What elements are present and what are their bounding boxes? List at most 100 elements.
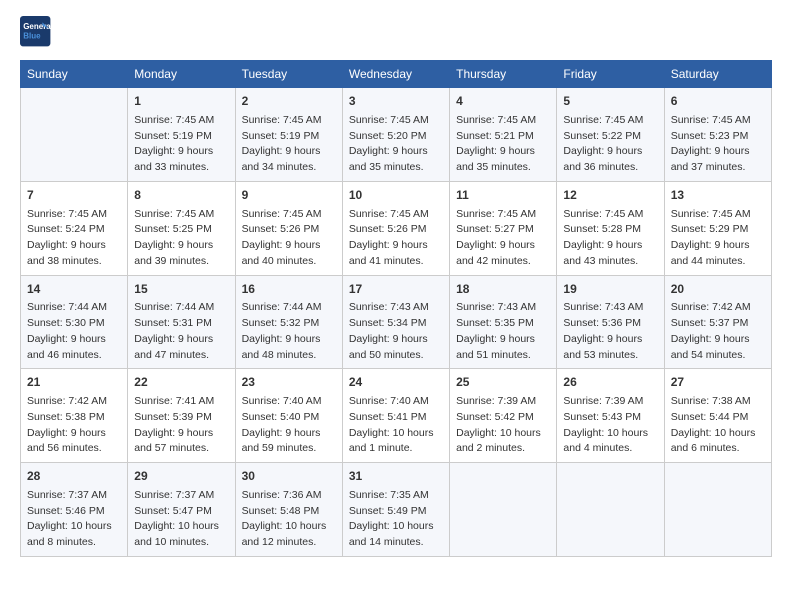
calendar-cell: 26 Sunrise: 7:39 AMSunset: 5:43 PMDayligh… — [557, 369, 664, 463]
calendar-cell: 8 Sunrise: 7:45 AMSunset: 5:25 PMDaylight… — [128, 181, 235, 275]
calendar-cell — [557, 463, 664, 557]
day-info: Sunrise: 7:45 AMSunset: 5:26 PMDaylight:… — [242, 207, 336, 270]
day-number: 12 — [563, 187, 657, 204]
day-info: Sunrise: 7:35 AMSunset: 5:49 PMDaylight:… — [349, 488, 443, 551]
day-number: 8 — [134, 187, 228, 204]
calendar-cell: 3 Sunrise: 7:45 AMSunset: 5:20 PMDaylight… — [342, 88, 449, 182]
day-info: Sunrise: 7:45 AMSunset: 5:22 PMDaylight:… — [563, 113, 657, 176]
day-number: 11 — [456, 187, 550, 204]
day-info: Sunrise: 7:37 AMSunset: 5:47 PMDaylight:… — [134, 488, 228, 551]
calendar-table: SundayMondayTuesdayWednesdayThursdayFrid… — [20, 60, 772, 557]
week-row-4: 21Sunrise: 7:42 AMSunset: 5:38 PMDayligh… — [21, 369, 772, 463]
calendar-cell: 12 Sunrise: 7:45 AMSunset: 5:28 PMDayligh… — [557, 181, 664, 275]
header-row: SundayMondayTuesdayWednesdayThursdayFrid… — [21, 61, 772, 88]
calendar-cell: 20 Sunrise: 7:42 AMSunset: 5:37 PMDayligh… — [664, 275, 771, 369]
calendar-cell: 13Sunrise: 7:45 AMSunset: 5:29 PMDayligh… — [664, 181, 771, 275]
calendar-cell: 24 Sunrise: 7:40 AMSunset: 5:41 PMDayligh… — [342, 369, 449, 463]
header-day-thursday: Thursday — [450, 61, 557, 88]
calendar-cell: 2 Sunrise: 7:45 AMSunset: 5:19 PMDaylight… — [235, 88, 342, 182]
day-number: 4 — [456, 93, 550, 110]
day-info: Sunrise: 7:45 AMSunset: 5:23 PMDaylight:… — [671, 113, 765, 176]
day-number: 31 — [349, 468, 443, 485]
header-day-tuesday: Tuesday — [235, 61, 342, 88]
week-row-1: 1Sunrise: 7:45 AMSunset: 5:19 PMDaylight… — [21, 88, 772, 182]
day-info: Sunrise: 7:36 AMSunset: 5:48 PMDaylight:… — [242, 488, 336, 551]
day-number: 9 — [242, 187, 336, 204]
day-number: 24 — [349, 374, 443, 391]
day-info: Sunrise: 7:45 AMSunset: 5:19 PMDaylight:… — [134, 113, 228, 176]
day-info: Sunrise: 7:43 AMSunset: 5:36 PMDaylight:… — [563, 300, 657, 363]
calendar-cell: 16 Sunrise: 7:44 AMSunset: 5:32 PMDayligh… — [235, 275, 342, 369]
day-number: 22 — [134, 374, 228, 391]
calendar-cell: 11 Sunrise: 7:45 AMSunset: 5:27 PMDayligh… — [450, 181, 557, 275]
calendar-cell: 7 Sunrise: 7:45 AMSunset: 5:24 PMDaylight… — [21, 181, 128, 275]
week-row-3: 14Sunrise: 7:44 AMSunset: 5:30 PMDayligh… — [21, 275, 772, 369]
day-number: 29 — [134, 468, 228, 485]
calendar-cell: 21Sunrise: 7:42 AMSunset: 5:38 PMDayligh… — [21, 369, 128, 463]
calendar-cell: 10 Sunrise: 7:45 AMSunset: 5:26 PMDayligh… — [342, 181, 449, 275]
day-number: 5 — [563, 93, 657, 110]
day-info: Sunrise: 7:42 AMSunset: 5:37 PMDaylight:… — [671, 300, 765, 363]
header-day-friday: Friday — [557, 61, 664, 88]
day-info: Sunrise: 7:45 AMSunset: 5:21 PMDaylight:… — [456, 113, 550, 176]
header-day-wednesday: Wednesday — [342, 61, 449, 88]
day-info: Sunrise: 7:37 AMSunset: 5:46 PMDaylight:… — [27, 488, 121, 551]
day-number: 23 — [242, 374, 336, 391]
day-number: 27 — [671, 374, 765, 391]
header-day-saturday: Saturday — [664, 61, 771, 88]
day-number: 30 — [242, 468, 336, 485]
calendar-cell — [450, 463, 557, 557]
week-row-2: 7 Sunrise: 7:45 AMSunset: 5:24 PMDaylight… — [21, 181, 772, 275]
day-number: 17 — [349, 281, 443, 298]
day-number: 3 — [349, 93, 443, 110]
calendar-cell: 27 Sunrise: 7:38 AMSunset: 5:44 PMDayligh… — [664, 369, 771, 463]
day-info: Sunrise: 7:45 AMSunset: 5:27 PMDaylight:… — [456, 207, 550, 270]
calendar-cell: 1Sunrise: 7:45 AMSunset: 5:19 PMDaylight… — [128, 88, 235, 182]
day-number: 28 — [27, 468, 121, 485]
day-info: Sunrise: 7:45 AMSunset: 5:19 PMDaylight:… — [242, 113, 336, 176]
logo: General Blue — [20, 16, 56, 48]
day-info: Sunrise: 7:40 AMSunset: 5:41 PMDaylight:… — [349, 394, 443, 457]
day-info: Sunrise: 7:45 AMSunset: 5:24 PMDaylight:… — [27, 207, 121, 270]
calendar-cell: 9 Sunrise: 7:45 AMSunset: 5:26 PMDaylight… — [235, 181, 342, 275]
calendar-header: SundayMondayTuesdayWednesdayThursdayFrid… — [21, 61, 772, 88]
calendar-body: 1Sunrise: 7:45 AMSunset: 5:19 PMDaylight… — [21, 88, 772, 557]
day-number: 21 — [27, 374, 121, 391]
day-number: 10 — [349, 187, 443, 204]
day-info: Sunrise: 7:44 AMSunset: 5:31 PMDaylight:… — [134, 300, 228, 363]
day-info: Sunrise: 7:45 AMSunset: 5:20 PMDaylight:… — [349, 113, 443, 176]
day-info: Sunrise: 7:45 AMSunset: 5:26 PMDaylight:… — [349, 207, 443, 270]
header-day-sunday: Sunday — [21, 61, 128, 88]
day-info: Sunrise: 7:44 AMSunset: 5:32 PMDaylight:… — [242, 300, 336, 363]
calendar-cell: 22Sunrise: 7:41 AMSunset: 5:39 PMDayligh… — [128, 369, 235, 463]
day-number: 20 — [671, 281, 765, 298]
day-number: 6 — [671, 93, 765, 110]
day-info: Sunrise: 7:45 AMSunset: 5:29 PMDaylight:… — [671, 207, 765, 270]
day-info: Sunrise: 7:45 AMSunset: 5:25 PMDaylight:… — [134, 207, 228, 270]
svg-text:Blue: Blue — [23, 31, 41, 40]
calendar-cell — [21, 88, 128, 182]
calendar-cell: 5 Sunrise: 7:45 AMSunset: 5:22 PMDaylight… — [557, 88, 664, 182]
calendar-cell — [664, 463, 771, 557]
day-number: 18 — [456, 281, 550, 298]
day-info: Sunrise: 7:45 AMSunset: 5:28 PMDaylight:… — [563, 207, 657, 270]
day-info: Sunrise: 7:40 AMSunset: 5:40 PMDaylight:… — [242, 394, 336, 457]
calendar-cell: 19Sunrise: 7:43 AMSunset: 5:36 PMDayligh… — [557, 275, 664, 369]
day-info: Sunrise: 7:38 AMSunset: 5:44 PMDaylight:… — [671, 394, 765, 457]
header-day-monday: Monday — [128, 61, 235, 88]
calendar-cell: 29 Sunrise: 7:37 AMSunset: 5:47 PMDayligh… — [128, 463, 235, 557]
calendar-cell: 28 Sunrise: 7:37 AMSunset: 5:46 PMDayligh… — [21, 463, 128, 557]
day-number: 26 — [563, 374, 657, 391]
day-info: Sunrise: 7:43 AMSunset: 5:34 PMDaylight:… — [349, 300, 443, 363]
day-number: 16 — [242, 281, 336, 298]
calendar-cell: 25Sunrise: 7:39 AMSunset: 5:42 PMDayligh… — [450, 369, 557, 463]
day-number: 14 — [27, 281, 121, 298]
calendar-cell: 4 Sunrise: 7:45 AMSunset: 5:21 PMDaylight… — [450, 88, 557, 182]
day-info: Sunrise: 7:39 AMSunset: 5:43 PMDaylight:… — [563, 394, 657, 457]
logo-icon: General Blue — [20, 16, 52, 48]
day-number: 2 — [242, 93, 336, 110]
page-header: General Blue — [20, 16, 772, 48]
day-info: Sunrise: 7:43 AMSunset: 5:35 PMDaylight:… — [456, 300, 550, 363]
day-number: 15 — [134, 281, 228, 298]
day-number: 7 — [27, 187, 121, 204]
